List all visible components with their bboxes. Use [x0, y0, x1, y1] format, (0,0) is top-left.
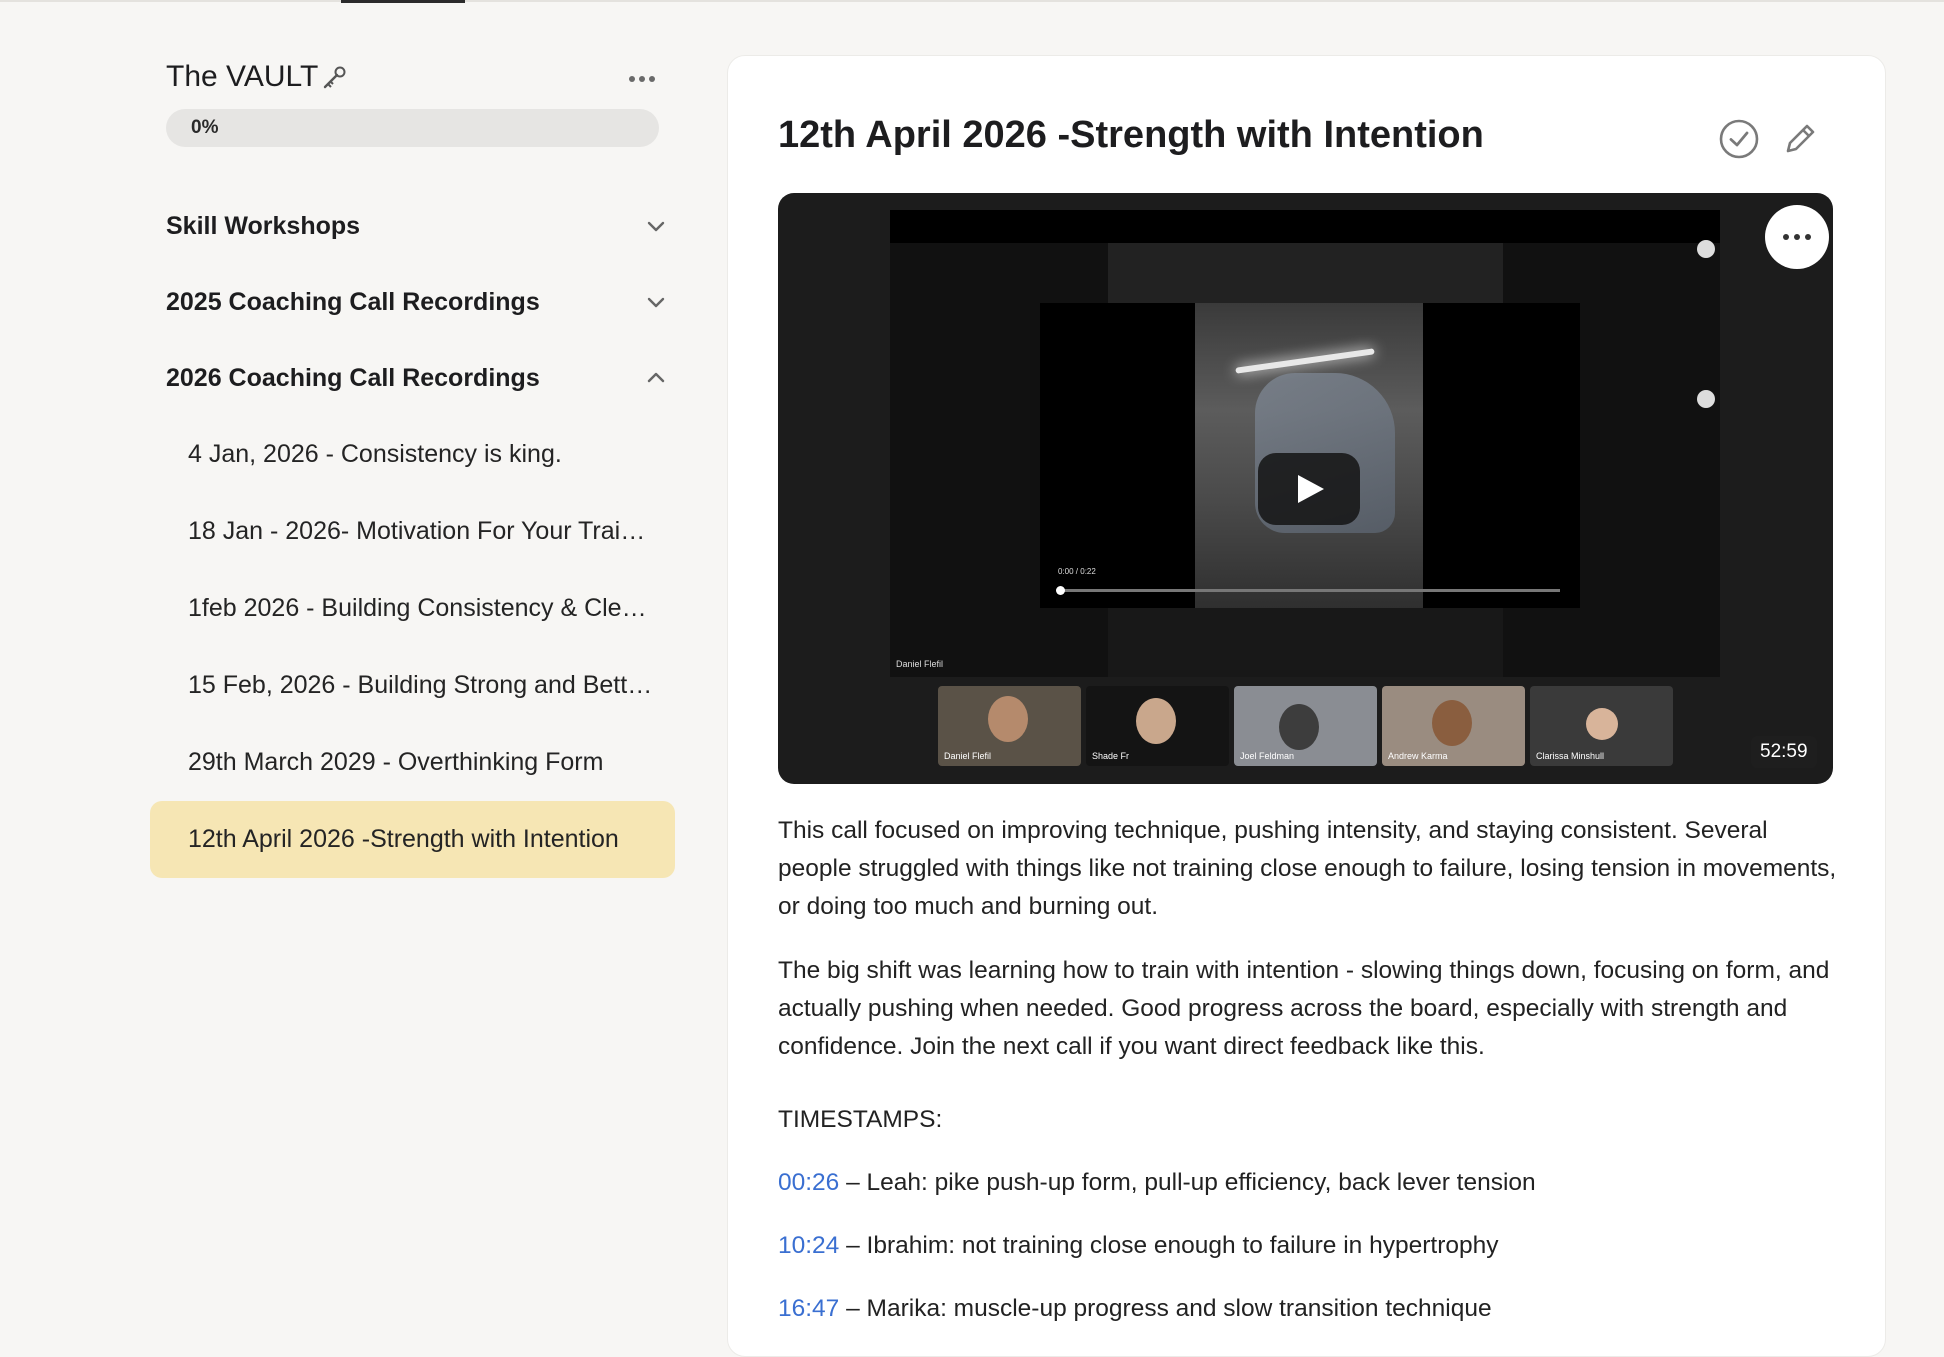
chevron-down-icon: [647, 221, 665, 232]
progress-percent: 0%: [191, 117, 219, 138]
video-duration-badge: 52:59: [1751, 736, 1817, 768]
timestamp-link[interactable]: 16:47: [778, 1295, 839, 1322]
lesson-item[interactable]: 29th March 2029 - Overthinking Form: [150, 724, 675, 801]
description-paragraph: This call focused on improving technique…: [778, 817, 1837, 920]
more-dots-icon: [629, 76, 635, 82]
video-player[interactable]: 0:00 / 0:22 Daniel Flefil Daniel Flefil …: [778, 193, 1833, 784]
video-frame: 0:00 / 0:22 Daniel Flefil: [890, 210, 1720, 677]
participant-thumb: Clarissa Minshull: [1530, 686, 1673, 766]
mark-complete-button[interactable]: [1718, 118, 1760, 160]
participant-thumb: Shade Fr: [1086, 686, 1229, 766]
lesson-item[interactable]: 15 Feb, 2026 - Building Strong and Bette…: [150, 647, 675, 724]
lesson-label: 29th March 2029 - Overthinking Form: [188, 748, 604, 776]
section-label: 2025 Coaching Call Recordings: [166, 288, 540, 316]
play-button[interactable]: [1258, 453, 1360, 525]
lesson-content-card: 12th April 2026 -Strength with Intention…: [727, 55, 1886, 1357]
embedded-player: 0:00 / 0:22: [1040, 303, 1580, 608]
course-title: The VAULT: [166, 60, 348, 94]
lesson-item[interactable]: 1feb 2026 - Building Consistency & Clea…: [150, 570, 675, 647]
timestamp-text: – Ibrahim: not training close enough to …: [839, 1232, 1499, 1259]
section-label: 2026 Coaching Call Recordings: [166, 364, 540, 392]
lesson-item-active[interactable]: 12th April 2026 -Strength with Intention: [150, 801, 675, 878]
section-2025-coaching-calls[interactable]: 2025 Coaching Call Recordings: [166, 277, 666, 327]
chevron-up-icon: [647, 372, 665, 383]
participant-thumb: Joel Feldman: [1234, 686, 1377, 766]
speaker-label: Daniel Flefil: [896, 659, 944, 669]
chevron-down-icon: [647, 297, 665, 308]
chevron-right-icon: [1697, 390, 1715, 408]
participant-name: Joel Feldman: [1240, 751, 1295, 761]
key-icon: [324, 66, 346, 89]
timestamp-row: 16:47 – Marika: muscle-up progress and s…: [778, 1295, 1492, 1323]
section-skill-workshops[interactable]: Skill Workshops: [166, 201, 666, 251]
course-more-button[interactable]: [624, 68, 660, 90]
description-paragraph: The big shift was learning how to train …: [778, 957, 1830, 1060]
lesson-item[interactable]: 4 Jan, 2026 - Consistency is king.: [150, 416, 675, 493]
active-tab-indicator: [341, 0, 465, 3]
lesson-label: 18 Jan - 2026- Motivation For Your Train…: [188, 517, 655, 545]
video-more-button[interactable]: [1765, 205, 1829, 269]
timestamps-heading: TIMESTAMPS:: [778, 1106, 943, 1133]
lesson-label: 12th April 2026 -Strength with Intention: [188, 825, 619, 853]
section-2026-coaching-calls[interactable]: 2026 Coaching Call Recordings: [166, 353, 666, 403]
lesson-description: This call focused on improving technique…: [778, 812, 1838, 1092]
timestamp-text: – Marika: muscle-up progress and slow tr…: [839, 1295, 1492, 1322]
more-dots-icon: [1783, 234, 1789, 240]
section-label: Skill Workshops: [166, 212, 361, 240]
lesson-title: 12th April 2026 -Strength with Intention: [778, 114, 1484, 156]
edit-button[interactable]: [1780, 119, 1820, 159]
lesson-label: 1feb 2026 - Building Consistency & Clea…: [188, 594, 655, 622]
participant-name: Andrew Karma: [1388, 751, 1448, 761]
participant-name: Clarissa Minshull: [1536, 751, 1605, 761]
top-nav-underline: [0, 0, 1944, 3]
timestamp-row: 00:26 – Leah: pike push-up form, pull-up…: [778, 1169, 1536, 1197]
lesson-label: 15 Feb, 2026 - Building Strong and Bette…: [188, 671, 655, 699]
course-progress-bar: 0%: [166, 109, 659, 147]
player-time: 0:00 / 0:22: [1058, 567, 1096, 576]
participant-thumb: Daniel Flefil: [938, 686, 1081, 766]
timestamp-link[interactable]: 10:24: [778, 1232, 839, 1259]
course-title-text: The VAULT: [166, 60, 319, 93]
player-scrubber[interactable]: [1056, 586, 1560, 595]
participant-thumb: Andrew Karma: [1382, 686, 1525, 766]
lesson-label: 4 Jan, 2026 - Consistency is king.: [188, 440, 562, 468]
timestamp-text: – Leah: pike push-up form, pull-up effic…: [839, 1169, 1536, 1196]
timestamp-row: 10:24 – Ibrahim: not training close enou…: [778, 1232, 1498, 1260]
close-icon: [1697, 240, 1715, 258]
lesson-item[interactable]: 18 Jan - 2026- Motivation For Your Train…: [150, 493, 675, 570]
timestamp-link[interactable]: 00:26: [778, 1169, 839, 1196]
participant-strip: Daniel Flefil Shade Fr Joel Feldman Andr…: [938, 686, 1673, 766]
participant-name: Shade Fr: [1092, 751, 1130, 761]
participant-name: Daniel Flefil: [944, 751, 992, 761]
